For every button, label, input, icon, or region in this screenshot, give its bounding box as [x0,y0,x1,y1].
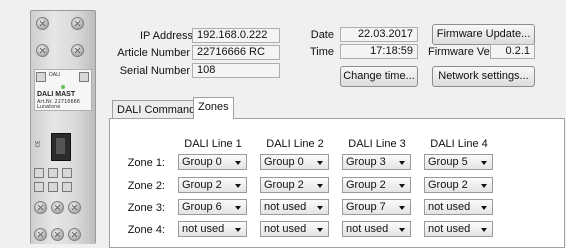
chevron-down-icon [399,184,405,188]
network-settings-button[interactable]: Network settings... [432,66,535,87]
zone-3-line-2-select[interactable]: not used [260,199,329,215]
column-header-dali-line-4: DALI Line 4 [430,138,488,150]
article-number-field: 22716666 RC [192,45,280,60]
zone-2-line-2-select[interactable]: Group 2 [260,177,329,193]
terminal-icon [34,182,44,192]
zone-1-label: Zone 1: [127,157,165,169]
terminal-icon [62,168,72,178]
select-value: Group 2 [264,179,304,191]
terminal-icon [36,72,46,82]
select-value: not used [346,223,389,235]
tab-dali-commands[interactable]: DALI Commands [112,100,206,119]
terminal-icon [48,182,58,192]
select-value: Group 2 [428,179,468,191]
chevron-down-icon [399,206,405,210]
select-value: not used [182,223,225,235]
chevron-down-icon [317,184,323,188]
screw-icon [71,44,84,57]
firmware-update-button[interactable]: Firmware Update... [432,24,535,45]
chevron-down-icon [235,184,241,188]
ip-address-label: IP Address [140,30,193,42]
select-value: Group 3 [346,156,386,168]
column-header-dali-line-2: DALI Line 2 [266,138,324,150]
chevron-down-icon [399,161,405,165]
screw-icon [36,17,49,30]
device-brand-small: DALI [49,72,61,78]
zone-3-line-4-select[interactable]: not used [424,199,493,215]
chevron-down-icon [481,206,487,210]
device-model: DALI MAST [37,91,76,98]
screw-icon [34,201,47,214]
screw-icon [34,228,47,241]
chevron-down-icon [481,184,487,188]
chevron-down-icon [317,206,323,210]
device-image: DALI DALI MAST Art.Nr. 22716666 Lunatone… [30,10,96,244]
chevron-down-icon [235,228,241,232]
zone-4-line-2-select[interactable]: not used [260,221,329,237]
select-value: not used [428,223,471,235]
ethernet-port-icon [51,133,71,161]
zone-2-line-1-select[interactable]: Group 2 [178,177,247,193]
chevron-down-icon [317,161,323,165]
select-value: not used [264,223,307,235]
zone-1-line-2-select[interactable]: Group 0 [260,154,329,170]
select-value: Group 0 [182,156,222,168]
screw-icon [68,201,81,214]
zone-4-line-4-select[interactable]: not used [424,221,493,237]
time-field: 17:18:59 [340,44,418,59]
zone-4-line-3-select[interactable]: not used [342,221,411,237]
zone-3-line-1-select[interactable]: Group 6 [178,199,247,215]
device-maker: Lunatone [37,104,61,110]
terminal-icon [79,72,89,82]
tab-zones[interactable]: Zones [193,97,234,119]
select-value: Group 0 [264,156,304,168]
chevron-down-icon [399,228,405,232]
firmware-version-field: 0.2.1 [490,44,535,59]
status-led-icon [61,85,65,89]
zone-1-line-4-select[interactable]: Group 5 [424,154,493,170]
column-header-dali-line-1: DALI Line 1 [184,138,242,150]
date-label: Date [310,29,334,41]
time-label: Time [309,46,334,58]
ce-mark: CE [35,140,42,148]
article-number-label: Article Number [117,47,190,59]
chevron-down-icon [235,206,241,210]
select-value: Group 2 [346,179,386,191]
screw-icon [51,228,64,241]
date-field: 22.03.2017 [340,27,418,42]
serial-number-field: 108 [192,63,280,78]
terminal-icon [34,168,44,178]
screw-icon [51,201,64,214]
select-value: Group 7 [346,201,386,213]
screw-icon [36,44,49,57]
terminal-icon [48,168,58,178]
zone-2-line-3-select[interactable]: Group 2 [342,177,411,193]
select-value: not used [428,201,471,213]
column-header-dali-line-3: DALI Line 3 [348,138,406,150]
serial-number-label: Serial Number [119,65,190,77]
select-value: Group 2 [182,179,222,191]
select-value: Group 6 [182,201,222,213]
ip-address-field: 192.168.0.222 [192,28,280,43]
zone-1-line-3-select[interactable]: Group 3 [342,154,411,170]
zone-4-label: Zone 4: [127,224,165,236]
zone-4-line-1-select[interactable]: not used [178,221,247,237]
firmware-version-label: Firmware Ver [428,46,494,58]
zone-1-line-1-select[interactable]: Group 0 [178,154,247,170]
zone-3-label: Zone 3: [127,202,165,214]
chevron-down-icon [317,228,323,232]
chevron-down-icon [481,161,487,165]
select-value: not used [264,201,307,213]
zone-2-label: Zone 2: [127,180,165,192]
zone-3-line-3-select[interactable]: Group 7 [342,199,411,215]
screw-icon [71,17,84,30]
terminal-icon [62,182,72,192]
zone-2-line-4-select[interactable]: Group 2 [424,177,493,193]
chevron-down-icon [235,161,241,165]
change-time-button[interactable]: Change time... [340,66,418,87]
screw-icon [68,228,81,241]
device-label: DALI DALI MAST Art.Nr. 22716666 Lunatone [34,69,92,111]
select-value: Group 5 [428,156,468,168]
chevron-down-icon [481,228,487,232]
